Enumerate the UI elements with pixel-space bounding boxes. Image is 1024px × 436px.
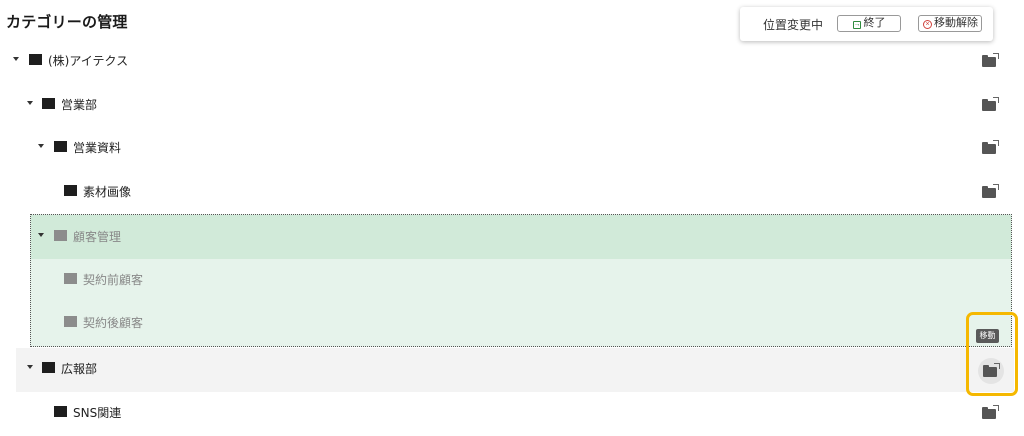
category-label: 広報部 [61, 362, 98, 376]
category-row[interactable]: (株)アイテクス [0, 40, 1014, 84]
category-row-moving[interactable]: 契約前顧客 [0, 259, 1014, 303]
category-row[interactable]: 営業資料 [0, 127, 1014, 171]
move-category-button[interactable] [982, 139, 1000, 157]
reorder-toolbar: 位置変更中 → 終了 × 移動解除 [740, 7, 993, 41]
category-label: (株)アイテクス [48, 54, 129, 68]
category-label: 顧客管理 [73, 230, 122, 244]
category-row[interactable]: 営業部 [0, 84, 1014, 128]
expand-caret-icon[interactable] [38, 233, 44, 237]
folder-icon [29, 54, 42, 65]
folder-icon [54, 141, 67, 152]
expand-caret-icon[interactable] [13, 57, 19, 61]
category-row-moving[interactable]: 契約後顧客 [0, 302, 1014, 346]
page-title: カテゴリーの管理 [6, 13, 128, 31]
exit-icon: → [852, 21, 861, 29]
folder-icon [42, 362, 55, 373]
category-label: SNS関連 [73, 406, 122, 420]
category-label: 契約後顧客 [83, 316, 144, 330]
expand-caret-icon[interactable] [27, 101, 33, 105]
folder-icon [64, 185, 77, 196]
cancel-move-button[interactable]: × 移動解除 [918, 15, 982, 32]
folder-icon [64, 316, 77, 327]
category-label: 営業資料 [73, 141, 122, 155]
folder-icon [42, 98, 55, 109]
move-category-button[interactable] [982, 52, 1000, 70]
cancel-circle-icon: × [923, 20, 932, 29]
expand-caret-icon[interactable] [27, 365, 33, 369]
folder-icon [54, 230, 67, 241]
end-reorder-label: 終了 [863, 17, 886, 29]
category-row[interactable]: 素材画像 [0, 171, 1014, 215]
move-category-button[interactable] [982, 183, 1000, 201]
expand-caret-icon[interactable] [38, 144, 44, 148]
move-category-button[interactable] [982, 96, 1000, 114]
folder-icon [64, 273, 77, 284]
category-label: 契約前顧客 [83, 273, 144, 287]
category-label: 素材画像 [83, 185, 132, 199]
end-reorder-button[interactable]: → 終了 [837, 15, 901, 32]
category-label: 営業部 [61, 98, 98, 112]
reorder-status-text: 位置変更中 [763, 18, 824, 32]
category-row[interactable]: SNS関連 [0, 392, 1014, 436]
folder-icon [54, 406, 67, 417]
focus-highlight-box [966, 312, 1018, 396]
category-row-moving[interactable]: 顧客管理 [0, 216, 1014, 260]
category-row[interactable]: 広報部 [16, 348, 1014, 392]
move-category-button[interactable] [982, 404, 1000, 422]
cancel-move-label: 移動解除 [934, 17, 978, 29]
